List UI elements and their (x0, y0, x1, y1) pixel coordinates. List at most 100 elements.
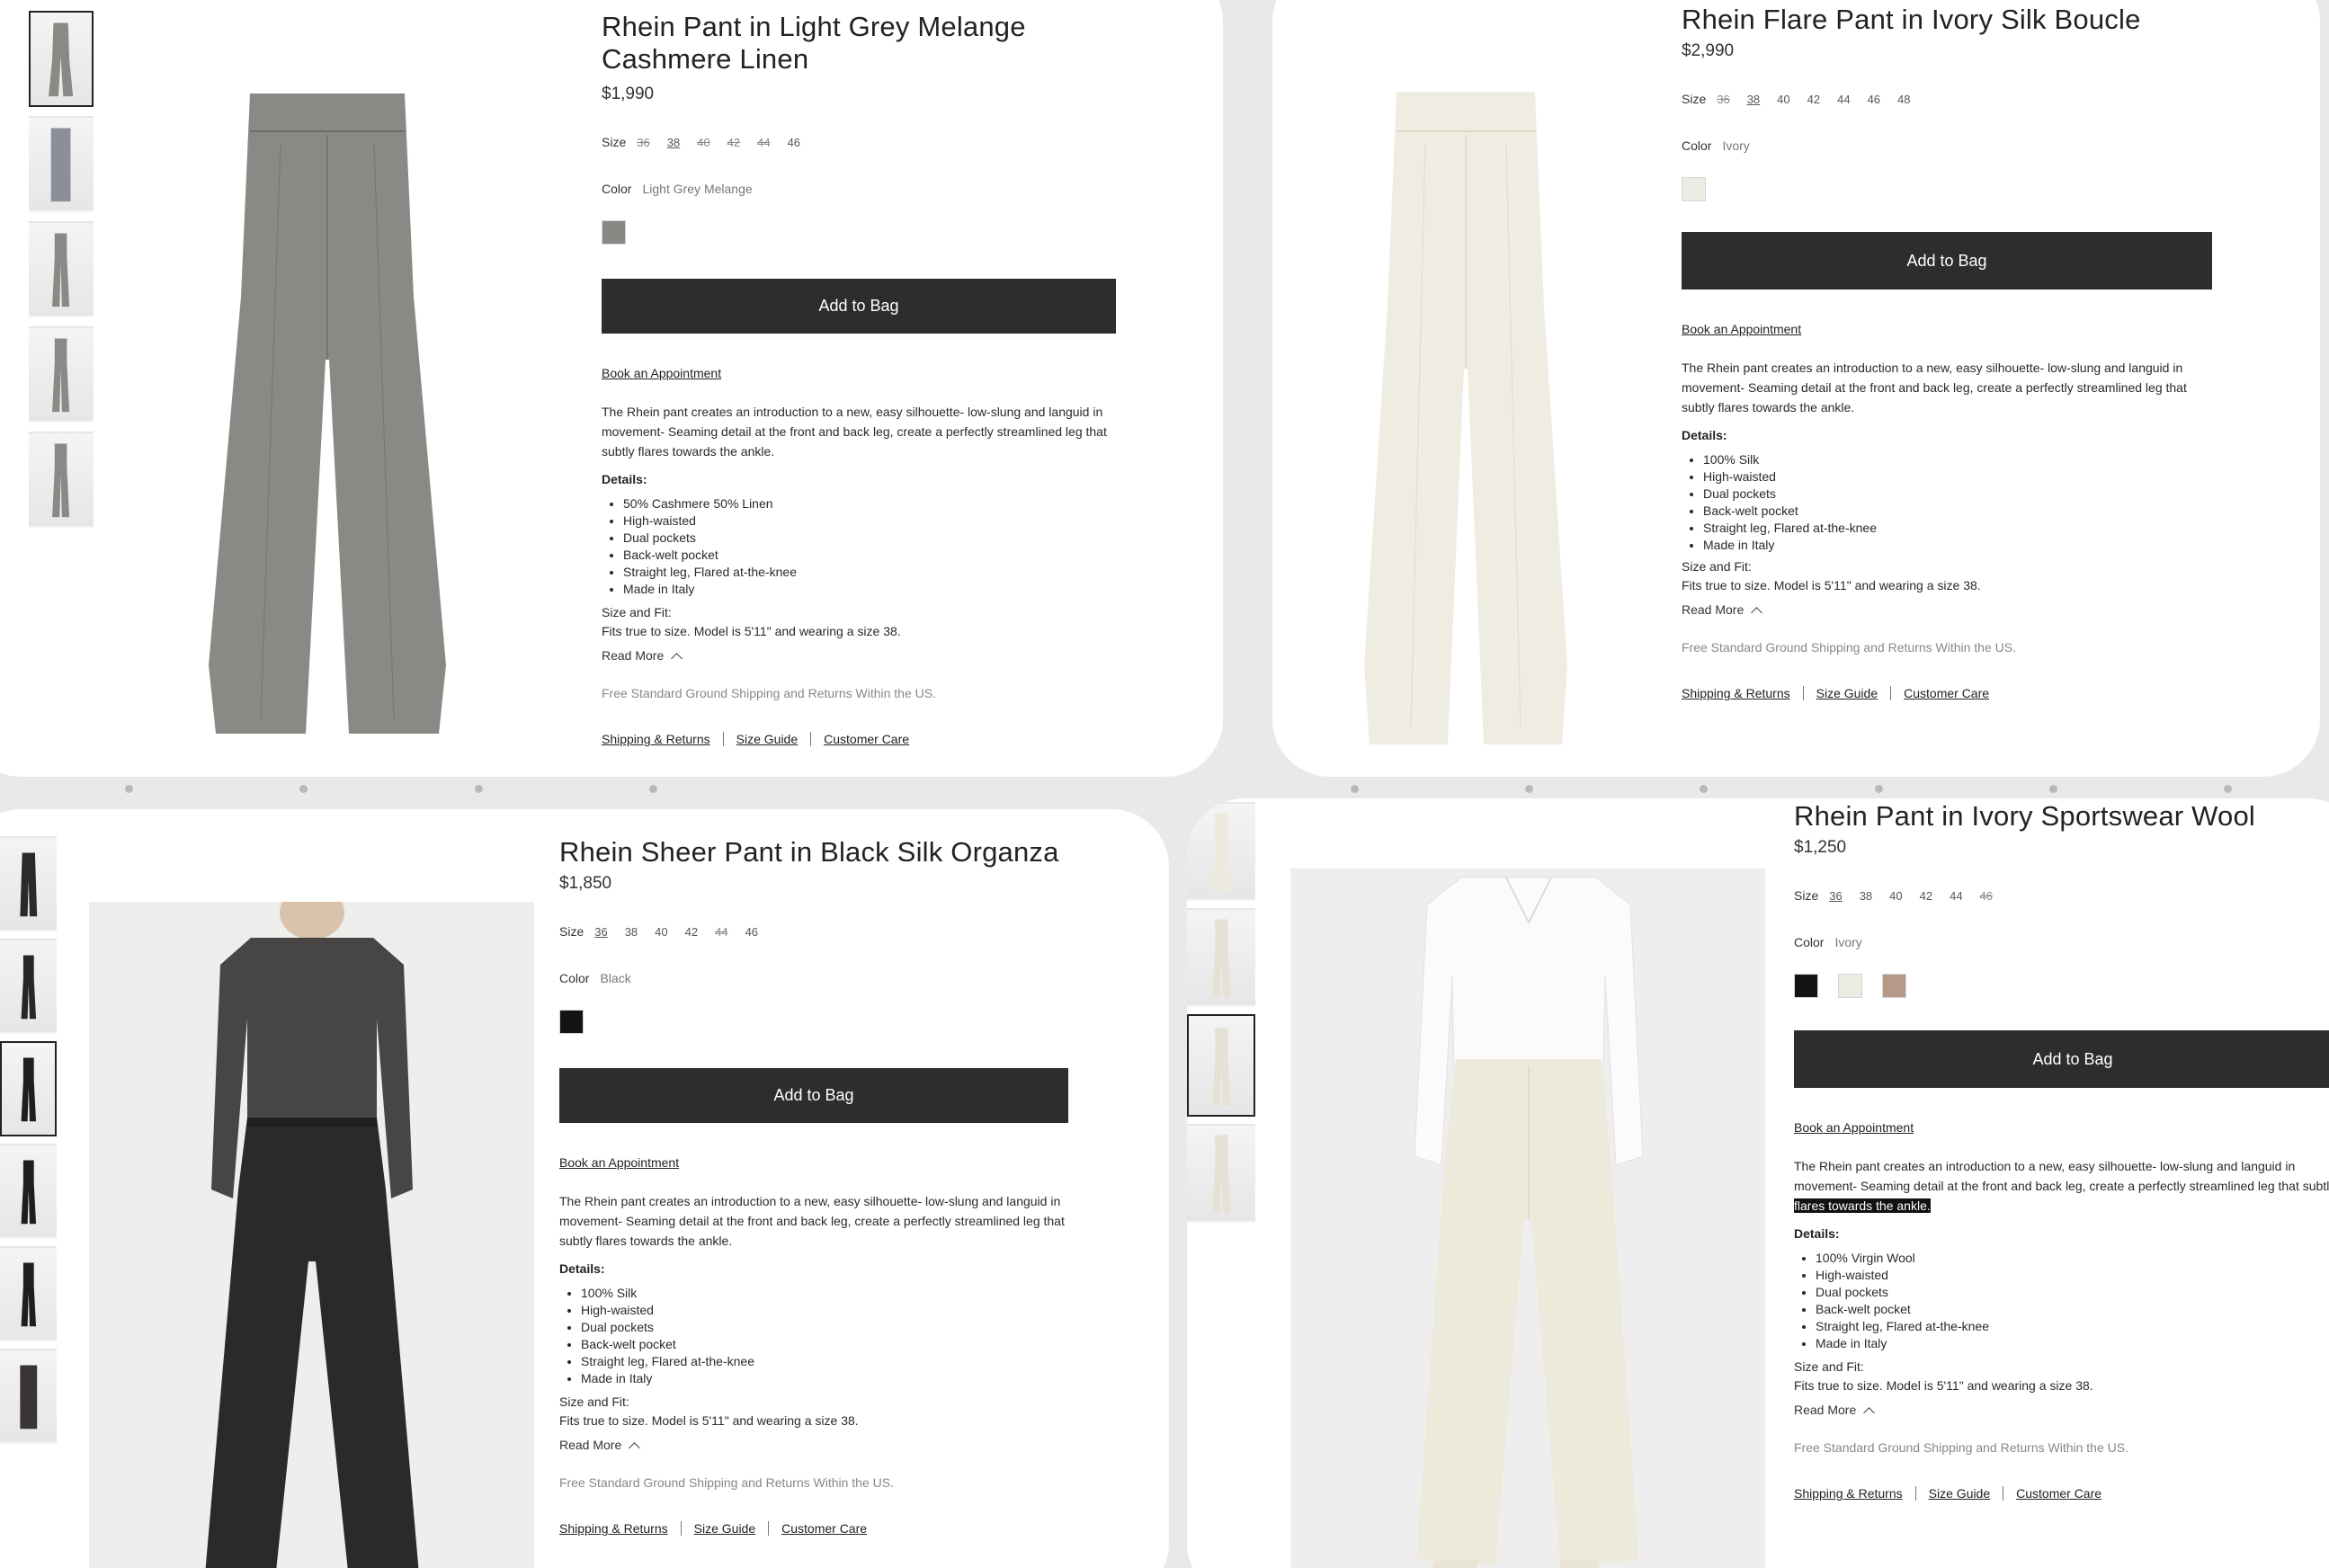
size-option[interactable]: 44 (757, 136, 770, 149)
color-swatch[interactable] (1838, 974, 1862, 998)
size-option[interactable]: 48 (1897, 93, 1910, 106)
size-option[interactable]: 38 (1747, 93, 1760, 106)
product-panel-ivory-wool: Rhein Pant in Ivory Sportswear Wool $1,2… (1187, 798, 2329, 1568)
bg-dot (125, 785, 133, 793)
thumbnail[interactable] (29, 221, 94, 317)
thumbnail[interactable] (29, 432, 94, 528)
size-option[interactable]: 46 (1980, 889, 1993, 903)
shipping-returns-link[interactable]: Shipping & Returns (602, 732, 710, 746)
customer-care-link[interactable]: Customer Care (1904, 686, 1989, 700)
shipping-returns-link[interactable]: Shipping & Returns (559, 1521, 668, 1536)
size-option[interactable]: 46 (745, 925, 758, 939)
thumbnail[interactable] (1187, 1124, 1255, 1223)
thumbnail[interactable] (29, 326, 94, 423)
size-guide-link[interactable]: Size Guide (694, 1521, 755, 1536)
color-swatch[interactable] (559, 1010, 584, 1034)
size-option[interactable]: 36 (1829, 889, 1842, 903)
size-guide-link[interactable]: Size Guide (736, 732, 798, 746)
bg-dot (1351, 785, 1359, 793)
thumbnail[interactable] (0, 1144, 57, 1239)
pant-shape (1416, 1059, 1639, 1564)
add-to-bag-button[interactable]: Add to Bag (602, 279, 1116, 334)
shipping-returns-link[interactable]: Shipping & Returns (1682, 686, 1790, 700)
product-image (180, 90, 477, 737)
add-to-bag-button[interactable]: Add to Bag (1682, 232, 2212, 290)
color-swatch[interactable] (1794, 974, 1818, 998)
thumbnail[interactable] (0, 836, 57, 931)
size-option[interactable]: 40 (655, 925, 667, 939)
thumbnail[interactable] (0, 1041, 57, 1136)
product-price: $2,990 (1682, 41, 1735, 60)
details-item: 100% Silk (1703, 451, 2221, 468)
thumbnail[interactable] (0, 1349, 57, 1444)
size-option[interactable]: 42 (1807, 93, 1820, 106)
size-option[interactable]: 44 (1837, 93, 1850, 106)
book-appointment-link[interactable]: Book an Appointment (1682, 322, 2221, 336)
details-item: 50% Cashmere 50% Linen (623, 495, 1123, 512)
thumbnail[interactable] (0, 939, 57, 1034)
details-item: High-waisted (1703, 468, 2221, 486)
size-guide-link[interactable]: Size Guide (1929, 1486, 1990, 1501)
size-option[interactable]: 36 (594, 925, 607, 939)
size-option[interactable]: 36 (1717, 93, 1729, 106)
thumbnail[interactable] (29, 11, 94, 107)
book-appointment-link[interactable]: Book an Appointment (559, 1155, 1081, 1170)
bg-dot (1700, 785, 1708, 793)
customer-care-link[interactable]: Customer Care (2016, 1486, 2101, 1501)
size-guide-link[interactable]: Size Guide (1816, 686, 1878, 700)
size-option[interactable]: 44 (715, 925, 727, 939)
shipping-note: Free Standard Ground Shipping and Return… (602, 686, 936, 700)
size-option[interactable]: 46 (1868, 93, 1880, 106)
color-swatch[interactable] (1682, 177, 1706, 201)
swatch-list (559, 1010, 1081, 1034)
product-info: Rhein Pant in Ivory Sportswear Wool $1,2… (1794, 800, 2329, 1501)
read-more-toggle[interactable]: Read More (602, 648, 1123, 664)
size-option[interactable]: 46 (788, 136, 800, 149)
size-option[interactable]: 40 (697, 136, 709, 149)
size-option[interactable]: 42 (1920, 889, 1932, 903)
read-more-toggle[interactable]: Read More (1682, 602, 2221, 619)
book-appointment-link[interactable]: Book an Appointment (602, 366, 1123, 380)
color-row: Color Ivory (1794, 935, 2329, 949)
thumbnail[interactable] (1187, 802, 1255, 901)
size-option[interactable]: 42 (727, 136, 740, 149)
thumbnail[interactable] (1187, 908, 1255, 1007)
size-option[interactable]: 40 (1777, 93, 1789, 106)
size-option[interactable]: 38 (1860, 889, 1872, 903)
read-more-toggle[interactable]: Read More (559, 1438, 1081, 1454)
size-option[interactable]: 38 (625, 925, 638, 939)
thumbnail[interactable] (29, 116, 94, 212)
product-price: $1,990 (602, 85, 655, 103)
size-fit-heading: Size and Fit: (1794, 1359, 1864, 1374)
thumbnail[interactable] (0, 1246, 57, 1341)
read-more-toggle[interactable]: Read More (1794, 1403, 2329, 1419)
shipping-note: Free Standard Ground Shipping and Return… (559, 1475, 894, 1490)
size-option[interactable]: 36 (637, 136, 649, 149)
size-fit-heading: Size and Fit: (602, 605, 672, 619)
product-image (1290, 869, 1765, 1568)
size-selector: Size 36 38 40 42 44 46 (1794, 888, 2329, 903)
size-option[interactable]: 44 (1950, 889, 1962, 903)
details-item: Dual pockets (623, 530, 1123, 547)
book-appointment-link[interactable]: Book an Appointment (1794, 1120, 2329, 1135)
bg-dot (2049, 785, 2057, 793)
color-swatch[interactable] (1882, 974, 1906, 998)
product-price: $1,850 (559, 874, 612, 893)
divider (810, 732, 812, 746)
color-row: Color Light Grey Melange (602, 182, 1123, 196)
read-more-label: Read More (602, 648, 665, 663)
customer-care-link[interactable]: Customer Care (781, 1521, 867, 1536)
bg-dot (2224, 785, 2232, 793)
size-option[interactable]: 42 (685, 925, 698, 939)
shipping-returns-link[interactable]: Shipping & Returns (1794, 1486, 1903, 1501)
size-fit-text: Fits true to size. Model is 5'11" and we… (1794, 1378, 2093, 1393)
thumbnail[interactable] (1187, 1014, 1255, 1117)
product-price: $1,250 (1794, 838, 1847, 857)
customer-care-link[interactable]: Customer Care (824, 732, 909, 746)
size-option[interactable]: 38 (667, 136, 680, 149)
size-option[interactable]: 40 (1889, 889, 1902, 903)
add-to-bag-button[interactable]: Add to Bag (559, 1068, 1068, 1123)
product-panel-grey: Rhein Pant in Light Grey Melange Cashmer… (0, 0, 1223, 777)
add-to-bag-button[interactable]: Add to Bag (1794, 1030, 2329, 1088)
color-swatch[interactable] (602, 220, 626, 245)
